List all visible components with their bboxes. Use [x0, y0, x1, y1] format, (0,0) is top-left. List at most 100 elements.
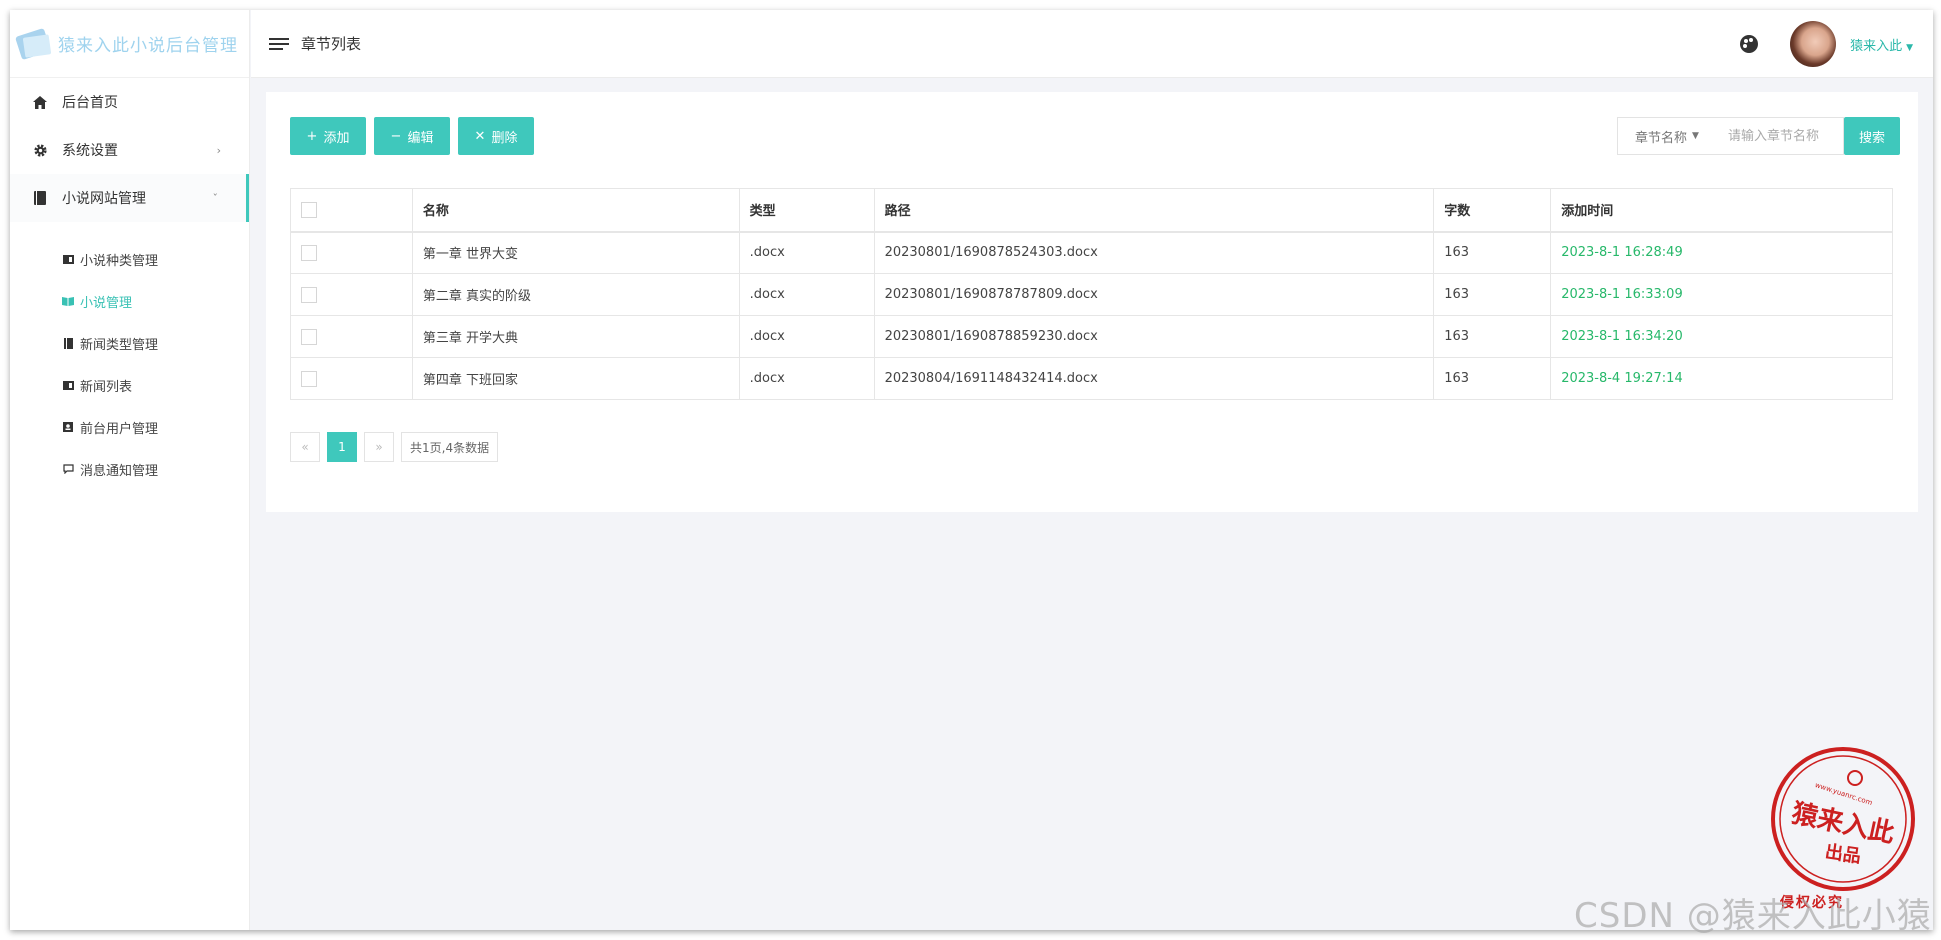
chapter-path: 20230801/1690878524303.docx — [873, 231, 1435, 274]
sidebar-item-news-type[interactable]: 新闻类型管理 — [10, 322, 249, 364]
chapter-name: 第四章 下班回家 — [411, 357, 740, 400]
sidebar-item-home[interactable]: 后台首页 — [10, 78, 249, 126]
submenu: 小说种类管理 小说管理 新闻类型管理 新闻列表 前台用户管理 消息通知管理 — [10, 222, 249, 498]
content-card: + 添加 −编辑 ✕ 删除 章节名称 ▼ 搜索 名称 类型 路径 — [266, 92, 1918, 512]
sidebar-item-novel-manage[interactable]: 小说管理 — [10, 280, 249, 322]
page-1-button[interactable]: 1 — [327, 432, 357, 462]
table-row[interactable]: 第四章 下班回家 .docx 20230804/1691148432414.do… — [290, 357, 1893, 400]
sidebar-item-novel-category[interactable]: 小说种类管理 — [10, 238, 249, 280]
palette-icon[interactable] — [1740, 35, 1759, 53]
next-page-button[interactable]: » — [364, 432, 394, 462]
stamp-sub-text: 出品 — [1824, 841, 1863, 868]
sidebar-item-notifications[interactable]: 消息通知管理 — [10, 448, 249, 490]
row-checkbox[interactable] — [301, 286, 317, 303]
avatar[interactable] — [1790, 21, 1837, 67]
chevron-down-icon: ˇ — [212, 191, 219, 205]
chapter-words: 163 — [1433, 273, 1552, 316]
pagination-info: 共1页,4条数据 — [401, 432, 499, 462]
delete-button[interactable]: ✕ 删除 — [458, 117, 534, 155]
chapter-path: 20230804/1691148432414.docx — [873, 357, 1435, 400]
chapter-type: .docx — [738, 273, 875, 316]
select-all-cell — [290, 188, 413, 233]
table-row[interactable]: 第二章 真实的阶级 .docx 20230801/1690878787809.d… — [290, 273, 1893, 316]
search-field-label: 章节名称 — [1635, 130, 1688, 146]
chapter-time: 2023-8-4 19:27:14 — [1550, 357, 1893, 400]
user-card-icon — [62, 422, 74, 432]
table-row[interactable]: 第三章 开学大典 .docx 20230801/1690878859230.do… — [290, 315, 1893, 358]
pagination: « 1 » 共1页,4条数据 — [290, 432, 505, 462]
row-checkbox[interactable] — [301, 244, 317, 261]
watermark: CSDN @猿来入此小猿 — [1574, 896, 1932, 936]
user-name: 猿来入此 — [1850, 38, 1903, 54]
sidebar-item-novel-site[interactable]: 小说网站管理 ˇ — [10, 174, 249, 222]
chapter-type: .docx — [738, 231, 875, 274]
column-header[interactable]: 名称 — [411, 188, 740, 233]
logo[interactable]: 猿来入此小说后台管理 — [10, 10, 249, 78]
stamp-logo: www.yuanrc.com 猿来入此 出品 — [1771, 747, 1915, 891]
sidebar: 猿来入此小说后台管理 后台首页 系统设置 › 小说网站管理 ˇ 小说种类管理 小… — [10, 10, 250, 930]
idcard-icon — [62, 380, 74, 390]
bookmark-icon — [62, 337, 74, 349]
open-book-icon — [62, 296, 74, 306]
user-menu[interactable]: 猿来入此 ▼ — [1850, 35, 1913, 54]
sidebar-item-settings[interactable]: 系统设置 › — [10, 126, 249, 174]
chapter-words: 163 — [1433, 315, 1552, 358]
chapter-name: 第二章 真实的阶级 — [411, 273, 740, 316]
table-header-row: 名称 类型 路径 字数 添加时间 — [290, 188, 1893, 233]
row-checkbox[interactable] — [301, 370, 317, 387]
gear-icon — [32, 142, 48, 158]
select-all-checkbox[interactable] — [301, 201, 317, 218]
search-field-select[interactable]: 章节名称 ▼ — [1617, 117, 1717, 155]
column-header[interactable]: 添加时间 — [1550, 188, 1893, 233]
chapter-name: 第一章 世界大变 — [411, 231, 740, 274]
add-button-label: 添加 — [323, 130, 350, 146]
caret-down-icon: ▼ — [1906, 42, 1913, 53]
sidebar-item-frontend-users[interactable]: 前台用户管理 — [10, 406, 249, 448]
chapter-words: 163 — [1433, 231, 1552, 274]
close-icon: ✕ — [474, 128, 486, 144]
sub-item-label: 前台用户管理 — [80, 421, 159, 437]
row-select-cell — [290, 273, 413, 316]
row-checkbox[interactable] — [301, 328, 317, 345]
stamp-main-text: 猿来入此 — [1788, 798, 1897, 849]
sub-item-label: 小说管理 — [80, 295, 133, 311]
top-header: 章节列表 猿来入此 ▼ — [251, 10, 1933, 78]
chapter-name: 第三章 开学大典 — [411, 315, 740, 358]
row-select-cell — [290, 231, 413, 274]
add-button[interactable]: + 添加 — [290, 117, 366, 155]
chapter-type: .docx — [738, 315, 875, 358]
row-select-cell — [290, 315, 413, 358]
home-icon — [32, 94, 48, 110]
menu-toggle-icon[interactable] — [269, 35, 289, 53]
header-right: 猿来入此 ▼ — [1740, 10, 1913, 78]
sidebar-item-label: 系统设置 — [62, 143, 118, 159]
logo-text: 猿来入此小说后台管理 — [58, 36, 238, 56]
sidebar-item-news-list[interactable]: 新闻列表 — [10, 364, 249, 406]
edit-button-label: 编辑 — [407, 130, 434, 146]
table-row[interactable]: 第一章 世界大变 .docx 20230801/1690878524303.do… — [290, 231, 1893, 274]
sub-item-label: 新闻列表 — [80, 379, 133, 395]
minus-icon: − — [390, 128, 402, 144]
column-header[interactable]: 类型 — [738, 188, 875, 233]
search-button-label: 搜索 — [1858, 130, 1885, 146]
app-window: 猿来入此小说后台管理 后台首页 系统设置 › 小说网站管理 ˇ 小说种类管理 小… — [10, 10, 1933, 930]
search-input[interactable] — [1716, 117, 1844, 155]
prev-page-button[interactable]: « — [290, 432, 320, 462]
column-header[interactable]: 字数 — [1433, 188, 1552, 233]
chevron-right-icon: › — [216, 143, 221, 157]
search-button[interactable]: 搜索 — [1844, 117, 1900, 155]
chapter-time: 2023-8-1 16:34:20 — [1550, 315, 1893, 358]
sub-item-label: 新闻类型管理 — [80, 337, 159, 353]
comment-icon — [62, 464, 74, 474]
chapter-time: 2023-8-1 16:33:09 — [1550, 273, 1893, 316]
row-select-cell — [290, 357, 413, 400]
sub-item-label: 消息通知管理 — [80, 463, 159, 479]
sidebar-menu: 后台首页 系统设置 › 小说网站管理 ˇ — [10, 78, 249, 222]
idcard-icon — [62, 254, 74, 264]
edit-button[interactable]: − 编辑 — [374, 117, 450, 155]
chapter-table: 名称 类型 路径 字数 添加时间 第一章 世界大变 .docx 20230801… — [290, 188, 1893, 400]
column-header[interactable]: 路径 — [873, 188, 1435, 233]
logo-icon — [14, 26, 54, 62]
chapter-path: 20230801/1690878787809.docx — [873, 273, 1435, 316]
chapter-time: 2023-8-1 16:28:49 — [1550, 231, 1893, 274]
